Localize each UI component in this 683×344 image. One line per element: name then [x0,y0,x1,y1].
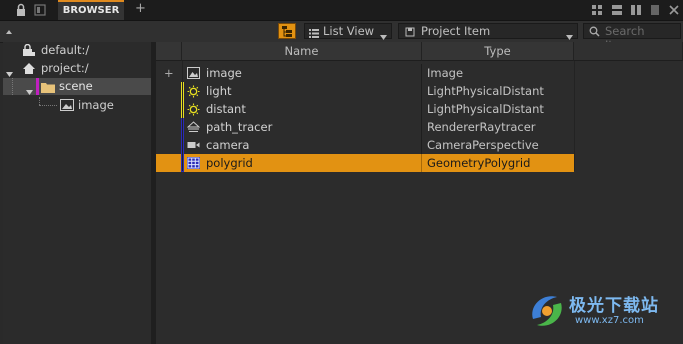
cell-divider [421,118,422,136]
cell-divider [421,100,422,118]
tree-item-label: image [78,98,114,112]
filter-dropdown[interactable]: Project Item [398,23,578,40]
hierarchy-icon [282,26,292,37]
search-input[interactable]: Search Items [583,23,681,52]
watermark-logo [527,291,567,334]
layout-grid-icon[interactable] [590,3,604,17]
folder-icon [41,81,55,98]
list-row-polygrid[interactable]: polygrid GeometryPolygrid [156,154,574,172]
list-row-distant[interactable]: distant LightPhysicalDistant [156,100,574,118]
chevron-down-icon [566,29,573,43]
tree-item-project[interactable]: project:/ [3,60,151,77]
tree-item-label: scene [59,79,93,93]
expand-button[interactable]: + [164,64,174,82]
tree-guide [39,97,41,105]
tree-item-default[interactable]: default:/ [3,42,151,59]
item-type: LightPhysicalDistant [427,102,544,116]
close-icon[interactable] [667,3,681,17]
list-row-path-tracer[interactable]: path_tracer RendererRaytracer [156,118,574,136]
layout-columns-icon[interactable] [629,3,643,17]
name-column-header[interactable]: Name [182,42,422,61]
column-line [182,61,183,171]
cell-divider [421,82,422,100]
item-name: path_tracer [206,120,273,134]
item-type: LightPhysicalDistant [427,84,544,98]
collapse-arrow-icon[interactable] [5,25,13,39]
item-type: GeometryPolygrid [427,156,531,170]
cell-divider [421,64,422,82]
renderer-icon [186,121,201,133]
light-icon [187,85,200,98]
tree-item-label: project:/ [41,61,89,75]
tree-guide [12,78,14,95]
item-name: distant [206,102,246,116]
item-name: light [206,84,232,98]
tree-panel: default:/ project:/ scene image [3,42,151,344]
watermark: 极光下载站 www.xz7.com [527,289,677,339]
header-filler [574,42,683,61]
hierarchy-toggle-button[interactable] [278,23,296,39]
scene-marker [36,78,39,95]
item-type: RendererRaytracer [427,120,536,134]
item-list-panel: Name Type + image Image light LightPhysi… [156,42,683,344]
search-icon [589,26,600,40]
item-name: polygrid [206,156,253,170]
project-item-icon [405,26,415,40]
camera-icon [187,139,200,151]
view-mode-dropdown[interactable]: List View [304,23,392,41]
grid-icon [187,157,200,169]
image-icon [60,99,74,116]
list-row-image[interactable]: + image Image [156,64,574,82]
tree-guide [39,105,57,107]
list-icon [309,27,319,41]
item-type: CameraPerspective [427,138,539,152]
type-column-header[interactable]: Type [422,42,574,61]
layout-list-icon[interactable] [648,3,662,17]
add-tab-button[interactable]: + [135,1,146,16]
watermark-title: 极光下载站 [569,296,659,316]
tab-browser[interactable]: BROWSER [58,0,124,20]
tab-bar: BROWSER + [0,0,683,21]
list-row-light[interactable]: light LightPhysicalDistant [156,82,574,100]
view-mode-value: List View [323,24,375,38]
chevron-down-icon [380,29,387,43]
watermark-url: www.xz7.com [575,315,644,326]
lock-icon[interactable] [14,3,28,17]
image-icon [187,67,200,79]
tree-item-image[interactable]: image [3,97,151,114]
panel-icon[interactable] [33,3,47,17]
light-icon [187,103,200,116]
item-name: camera [206,138,250,152]
cell-divider [421,154,422,172]
browser-toolbar: List View Project Item Search Items [0,21,683,52]
tree-item-scene[interactable]: scene [3,78,151,95]
item-name: image [206,66,242,80]
layout-rows-icon[interactable] [610,3,624,17]
cell-divider [421,136,422,154]
expand-column-header [156,42,182,61]
column-line [574,61,575,171]
tree-item-label: default:/ [41,43,90,57]
item-type: Image [427,66,464,80]
list-row-camera[interactable]: camera CameraPerspective [156,136,574,154]
filter-value: Project Item [421,24,491,38]
